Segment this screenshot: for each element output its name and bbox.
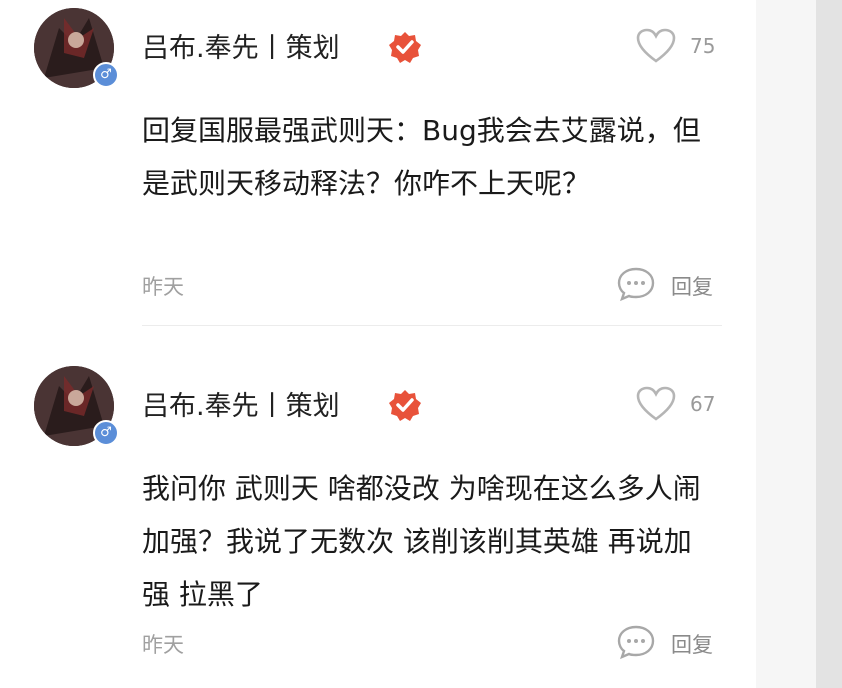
username[interactable]: 吕布.奉先丨策划: [142, 384, 340, 423]
side-strip: [756, 0, 816, 688]
like-count: 75: [690, 34, 716, 58]
timestamp: 昨天: [142, 633, 184, 657]
comment-text: 回复国服最强武则天：Bug我会去艾露说，但是武则天移动释法？你咋不上天呢？: [142, 114, 701, 200]
male-gender-icon: ♂: [93, 420, 119, 446]
comment-bubble-icon[interactable]: [617, 624, 655, 660]
comment-text: 我问你 武则天 啥都没改 为啥现在这么多人闹加强？我说了无数次 该削该削其英雄 …: [142, 472, 701, 611]
verified-badge-icon: [389, 32, 421, 63]
heart-icon[interactable]: [636, 28, 676, 64]
comment-bubble-icon[interactable]: [617, 266, 655, 302]
comment-item: ♂ 吕布.奉先丨策划 75 回复国服最强武则天：Bug我会去艾露说，但是武则天移…: [0, 0, 756, 330]
username[interactable]: 吕布.奉先丨策划: [142, 26, 340, 65]
comment-item: ♂ 吕布.奉先丨策划 67 我问你 武则天 啥都没改 为啥现在这么多人闹加强？我…: [0, 358, 756, 688]
scrollbar-track[interactable]: [816, 0, 842, 688]
timestamp: 昨天: [142, 275, 184, 299]
divider: [142, 325, 722, 326]
comment-panel: ♂ 吕布.奉先丨策划 75 回复国服最强武则天：Bug我会去艾露说，但是武则天移…: [0, 0, 756, 688]
male-gender-icon: ♂: [93, 62, 119, 88]
like-count: 67: [690, 392, 716, 416]
heart-icon[interactable]: [636, 386, 676, 422]
reply-button[interactable]: 回复: [671, 629, 713, 659]
reply-button[interactable]: 回复: [671, 271, 713, 301]
verified-badge-icon: [389, 390, 421, 421]
